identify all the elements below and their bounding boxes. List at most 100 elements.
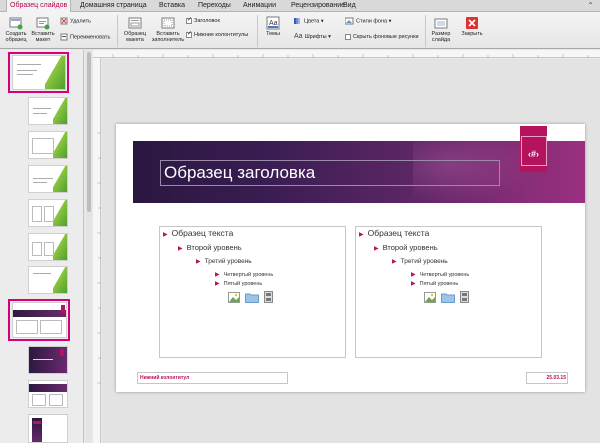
thumb-text-line <box>17 70 37 71</box>
bullet-text: Третий уровень <box>204 258 252 265</box>
master-thumbnail[interactable] <box>12 55 66 90</box>
green-accent-shape <box>53 132 67 158</box>
create-master-button[interactable]: Создать образец <box>3 16 29 43</box>
hide-background-checkbox-box[interactable] <box>345 33 351 40</box>
purple-layout-thumbnail[interactable] <box>28 346 68 374</box>
footers-checkbox-label: Нижние колонтитулы <box>194 32 249 38</box>
thumb-content-box <box>44 242 54 256</box>
layout-thumbnail[interactable] <box>28 165 68 193</box>
tab-animations[interactable]: Анимации <box>243 0 276 12</box>
bullet-text: Образец текста <box>171 228 234 238</box>
thumbnails-scrollbar[interactable] <box>86 50 92 443</box>
thumb-title-line <box>33 359 53 360</box>
background-styles-button[interactable]: Стили фона ▾ <box>345 17 391 25</box>
insert-video-icon[interactable] <box>459 291 469 303</box>
insert-video-icon[interactable] <box>263 291 273 303</box>
rename-button[interactable]: Переименовать <box>60 33 110 41</box>
scrollbar-thumb[interactable] <box>87 52 91 212</box>
bullet-level-1: ▶ Образец текста <box>359 228 429 238</box>
vertical-ruler[interactable] <box>93 58 101 443</box>
layout-thumbnail[interactable] <box>28 97 68 125</box>
rename-icon <box>60 33 68 41</box>
slide-master[interactable]: Образец заголовка ‹#› ▶ Образец текста ▶ В… <box>116 124 585 392</box>
hide-background-label: Скрыть фоновые рисунки <box>353 34 419 40</box>
bullet-arrow-icon: ▶ <box>178 246 183 252</box>
footers-checkbox[interactable]: Нижние колонтитулы <box>186 30 249 39</box>
close-label: Закрыть <box>461 31 483 37</box>
master-layout-button[interactable]: Образец макета <box>121 16 149 43</box>
layout-thumbnail[interactable] <box>28 199 68 227</box>
bullet-arrow-icon: ▶ <box>163 232 168 238</box>
slide-number: ‹#› <box>528 149 539 159</box>
background-styles-label: Стили фона <box>356 18 388 25</box>
slide-size-button[interactable]: Размер слайда <box>428 16 454 43</box>
close-master-button[interactable]: Закрыть <box>458 16 486 37</box>
insert-picture-icon[interactable] <box>228 291 240 303</box>
purple-master-thumbnail[interactable] <box>12 302 67 338</box>
title-checkbox-label: Заголовок <box>194 18 220 24</box>
themes-button[interactable]: Aa Темы <box>260 16 286 37</box>
insert-layout-button[interactable]: Вставить макет <box>30 16 56 43</box>
layout-thumbnail[interactable] <box>28 131 68 159</box>
thumb-content-box <box>32 394 46 406</box>
hide-background-checkbox[interactable]: Скрыть фоновые рисунки <box>345 33 419 41</box>
themes-label: Темы <box>266 31 280 37</box>
collapse-ribbon-icon[interactable]: ⌃ <box>587 1 594 10</box>
bullet-text: Образец текста <box>367 228 430 238</box>
bullet-level-4: ▶ Четвертый уровень <box>215 271 273 278</box>
bullet-text: Второй уровень <box>382 243 438 252</box>
thumb-purple-band <box>13 310 66 317</box>
tab-review[interactable]: Рецензирование <box>291 0 345 12</box>
title-checkbox[interactable]: Заголовок <box>186 16 220 25</box>
date-text: 25.03.15 <box>546 375 566 381</box>
layout-thumbnail[interactable] <box>28 233 68 261</box>
fonts-label: Шрифты <box>304 34 327 40</box>
purple-layout-thumbnail[interactable] <box>28 380 68 408</box>
insert-content-icons <box>228 291 276 303</box>
fonts-button[interactable]: Aa Шрифты ▾ <box>294 33 331 41</box>
bullet-arrow-icon: ▶ <box>392 259 397 265</box>
tab-home[interactable]: Домашняя страница <box>80 0 147 12</box>
bullet-level-5: ▶ Пятый уровень <box>215 280 262 287</box>
layout-thumbnail[interactable] <box>28 266 68 294</box>
title-checkbox-box[interactable] <box>186 16 192 24</box>
create-master-label-2: образец <box>5 37 27 43</box>
bullet-arrow-icon: ▶ <box>411 272 416 278</box>
thumb-text-line <box>17 74 33 75</box>
colors-icon <box>294 18 300 24</box>
ribbon: Создать образец Вставить макет Удалить П… <box>0 12 600 49</box>
insert-folder-icon[interactable] <box>440 292 455 303</box>
insert-picture-icon[interactable] <box>424 291 436 303</box>
bullet-level-1: ▶ Образец текста <box>163 228 233 238</box>
bullet-text: Четвертый уровень <box>419 272 470 278</box>
tab-transitions[interactable]: Переходы <box>198 0 231 12</box>
bullet-text: Пятый уровень <box>419 281 459 287</box>
thumb-title-line <box>33 273 51 274</box>
colors-label: Цвета <box>304 18 320 25</box>
insert-placeholder-label-2: заполнитель <box>151 37 185 43</box>
bullet-text: Пятый уровень <box>223 281 263 287</box>
insert-placeholder-button[interactable]: Вставить заполнитель <box>151 16 185 43</box>
insert-placeholder-icon <box>161 17 175 29</box>
bullet-arrow-icon: ▶ <box>196 259 201 265</box>
bullet-text: Второй уровень <box>186 243 242 252</box>
purple-layout-thumbnail[interactable] <box>28 414 68 443</box>
bullet-level-3: ▶ Третий уровень <box>196 258 252 265</box>
tab-insert[interactable]: Вставка <box>159 0 185 12</box>
thumb-purple-band <box>29 384 67 392</box>
ribbon-separator <box>117 15 118 47</box>
close-icon <box>466 17 478 29</box>
delete-button[interactable]: Удалить <box>60 17 91 25</box>
colors-button[interactable]: Цвета ▾ <box>294 17 324 25</box>
ruler-ticks <box>97 132 101 384</box>
delete-icon <box>60 17 68 25</box>
horizontal-ruler[interactable] <box>93 50 600 58</box>
bullet-arrow-icon: ▶ <box>215 272 220 278</box>
bullet-level-5: ▶ Пятый уровень <box>411 280 458 287</box>
footers-checkbox-box[interactable] <box>186 30 192 38</box>
thumb-number-tag <box>60 349 64 356</box>
thumb-content-box <box>32 206 42 222</box>
tab-view[interactable]: Вид <box>343 0 356 12</box>
insert-folder-icon[interactable] <box>244 292 259 303</box>
thumb-title-line <box>17 64 41 65</box>
